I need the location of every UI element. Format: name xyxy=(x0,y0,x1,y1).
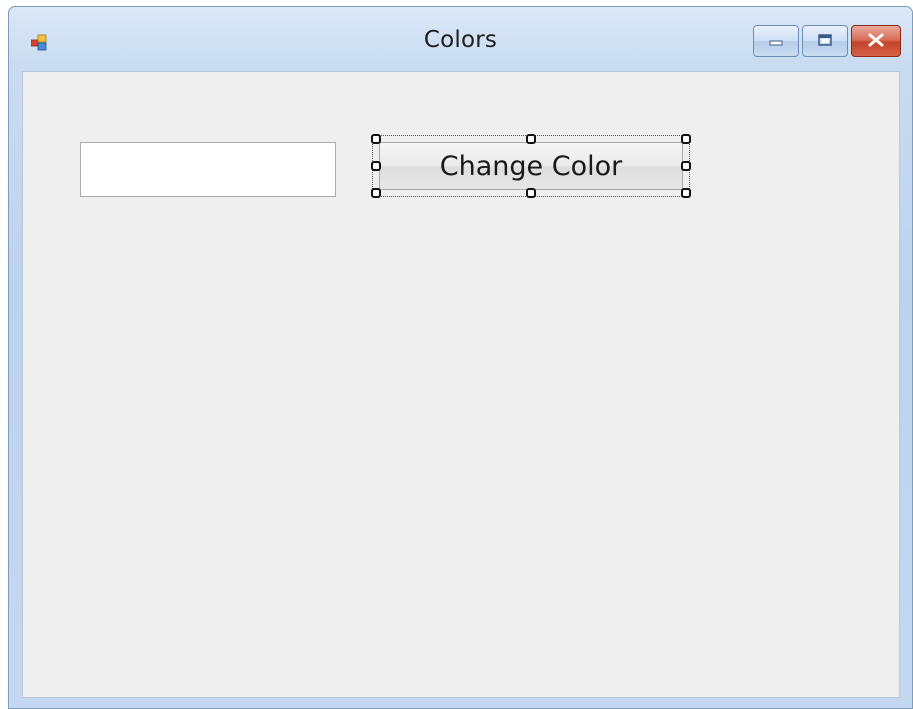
resize-handle-bottom-left[interactable] xyxy=(371,188,381,198)
color-textbox[interactable] xyxy=(80,142,336,197)
resize-handle-bottom-right[interactable] xyxy=(681,188,691,198)
minimize-icon xyxy=(768,32,784,51)
close-icon xyxy=(867,32,885,51)
change-color-button-selection: Change Color xyxy=(371,134,691,198)
resize-handle-top[interactable] xyxy=(526,134,536,144)
resize-handle-top-left[interactable] xyxy=(371,134,381,144)
resize-handle-left[interactable] xyxy=(371,161,381,171)
close-button[interactable] xyxy=(851,25,901,57)
resize-handle-right[interactable] xyxy=(681,161,691,171)
form-client-area: Change Color xyxy=(22,71,900,698)
maximize-icon xyxy=(817,32,833,51)
resize-handle-bottom[interactable] xyxy=(526,188,536,198)
maximize-button[interactable] xyxy=(802,25,848,57)
title-bar[interactable]: Colors xyxy=(9,7,912,71)
change-color-button[interactable]: Change Color xyxy=(379,142,683,190)
resize-handle-top-right[interactable] xyxy=(681,134,691,144)
caption-buttons xyxy=(753,25,901,57)
minimize-button[interactable] xyxy=(753,25,799,57)
form-window: Colors Change Color xyxy=(8,6,913,709)
